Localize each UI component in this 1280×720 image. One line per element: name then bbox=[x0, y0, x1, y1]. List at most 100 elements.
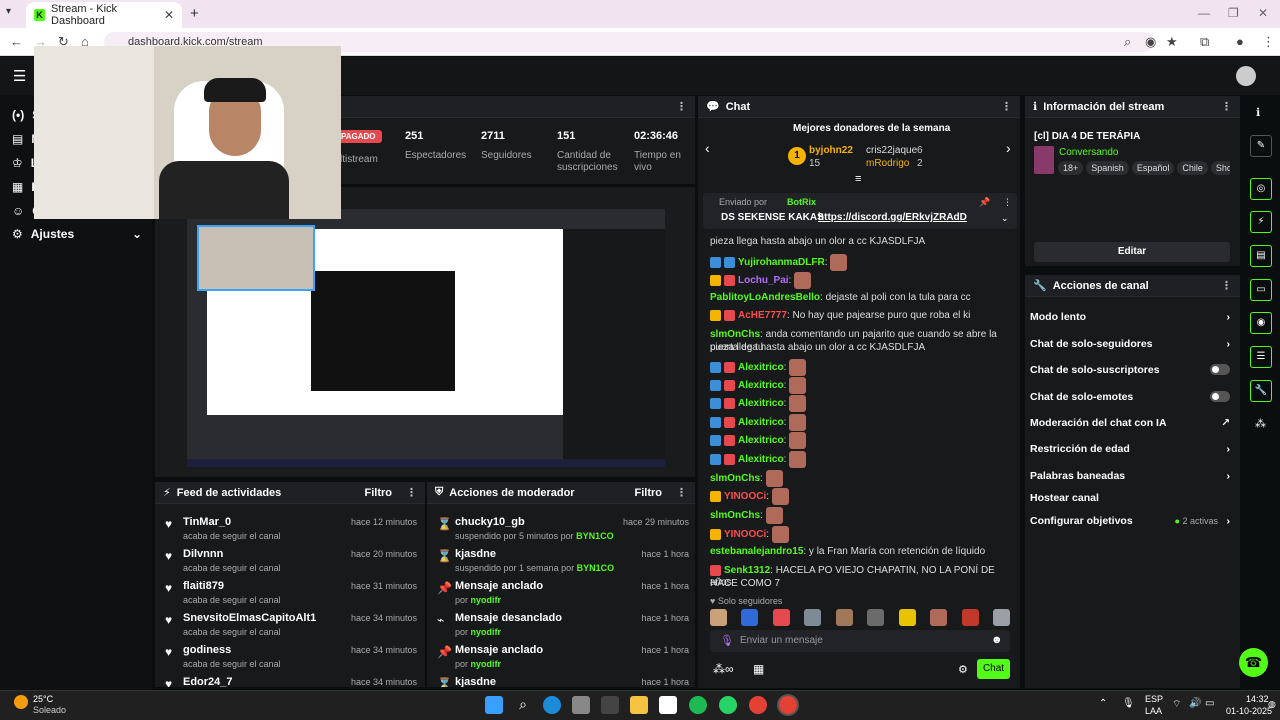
broadcast-icon[interactable]: ◉ bbox=[1250, 312, 1272, 334]
store-app-icon[interactable] bbox=[572, 696, 590, 714]
file-explorer-icon[interactable] bbox=[630, 696, 648, 714]
emotes-only-toggle[interactable] bbox=[1210, 391, 1230, 402]
more-options-icon[interactable]: ⋮ bbox=[406, 486, 417, 499]
volume-icon[interactable]: 🔊 bbox=[1189, 698, 1201, 709]
extensions-icon[interactable]: ⧉ bbox=[1200, 34, 1209, 50]
camera-icon[interactable]: ◎ bbox=[1250, 178, 1272, 200]
emote-icon[interactable] bbox=[835, 609, 853, 626]
wifi-icon[interactable]: ⌔ bbox=[1172, 698, 1181, 711]
slow-mode-item[interactable]: Modo lento › bbox=[1030, 311, 1230, 323]
chevron-down-icon[interactable]: ⌄ bbox=[1001, 213, 1009, 224]
chevron-right-icon[interactable]: › bbox=[1006, 140, 1011, 156]
pencil-icon[interactable]: ✎ bbox=[1250, 135, 1272, 157]
ai-moderation-item[interactable]: Moderación del chat con IA ↗ bbox=[1030, 417, 1230, 429]
emote-icon[interactable] bbox=[867, 609, 885, 626]
emote-icon[interactable] bbox=[961, 609, 979, 626]
emote-icon[interactable] bbox=[992, 609, 1010, 626]
notification-icon[interactable]: ◍ bbox=[1268, 699, 1276, 710]
search-icon[interactable]: ⌕ bbox=[514, 696, 532, 714]
emoji-icon[interactable]: ☻ bbox=[991, 634, 1003, 646]
followers-only-item[interactable]: Chat de solo-seguidores › bbox=[1030, 338, 1230, 350]
close-tab-icon[interactable]: ✕ bbox=[164, 8, 174, 22]
new-tab-icon[interactable]: + bbox=[190, 5, 199, 22]
emote-icon[interactable] bbox=[804, 609, 822, 626]
more-options-icon[interactable]: ⋮ bbox=[1221, 100, 1232, 113]
chat-icon[interactable]: ▭ bbox=[1250, 279, 1272, 301]
more-options-icon[interactable]: ⋮ bbox=[1001, 100, 1012, 113]
spotify-icon[interactable] bbox=[689, 696, 707, 714]
tab-search-icon[interactable]: ▾ bbox=[6, 6, 11, 17]
donor-name[interactable]: cris22jaque bbox=[866, 145, 917, 156]
kick-points-icon[interactable]: ⁂∞ bbox=[713, 662, 734, 676]
mod-badge-icon bbox=[710, 417, 721, 428]
edge-icon[interactable] bbox=[543, 696, 561, 714]
zoom-icon[interactable]: ⌕ bbox=[1124, 34, 1131, 50]
emote-icon[interactable] bbox=[898, 609, 916, 626]
edit-button[interactable]: Editar bbox=[1034, 242, 1230, 262]
info-icon[interactable]: ℹ bbox=[1256, 106, 1260, 119]
chrome-active-icon[interactable] bbox=[779, 696, 797, 714]
emote-icon[interactable] bbox=[710, 609, 727, 626]
more-options-icon[interactable]: ⋮ bbox=[676, 100, 687, 113]
app-icon[interactable] bbox=[601, 696, 619, 714]
pinned-link[interactable]: https://discord.gg/ERkvjZRAdD bbox=[818, 212, 967, 223]
close-window-icon[interactable]: ✕ bbox=[1258, 6, 1268, 20]
chat-input[interactable]: 🎙 Enviar un mensaje ☻ bbox=[710, 630, 1010, 652]
sidebar-item-settings[interactable]: ⚙ Ajustes ⌄ bbox=[12, 227, 142, 241]
battery-icon[interactable]: ▭ bbox=[1205, 698, 1214, 709]
configure-goals-item[interactable]: Configurar objetivos ● 2 activas › bbox=[1030, 515, 1230, 527]
host-channel-item[interactable]: Hostear canal bbox=[1030, 492, 1230, 504]
eye-off-icon[interactable]: ◉ bbox=[1145, 34, 1156, 50]
banned-words-item[interactable]: Palabras baneadas › bbox=[1030, 470, 1230, 482]
activity-filter-button[interactable]: Filtro bbox=[365, 487, 393, 499]
language-indicator[interactable]: ESP bbox=[1145, 694, 1163, 704]
send-chat-button[interactable]: Chat bbox=[977, 659, 1010, 679]
list-item: ⌛ chucky10_gb suspendido por 5 minutos por… bbox=[437, 516, 689, 541]
emote-icon[interactable] bbox=[772, 609, 790, 626]
maximize-icon[interactable]: ❐ bbox=[1228, 6, 1239, 20]
multistream-label[interactable]: ltistream bbox=[340, 154, 378, 165]
browser-tab[interactable]: K Stream - Kick Dashboard ✕ bbox=[26, 2, 182, 28]
collapse-icon[interactable]: ≡ bbox=[855, 173, 861, 185]
profile-icon[interactable]: ● bbox=[1236, 34, 1244, 49]
minimize-icon[interactable]: — bbox=[1198, 6, 1210, 20]
donor-name[interactable]: byjohn22 bbox=[809, 145, 853, 156]
mod-filter-button[interactable]: Filtro bbox=[635, 487, 663, 499]
subscribers-only-toggle[interactable] bbox=[1210, 364, 1230, 375]
list-icon[interactable]: ☰ bbox=[1250, 346, 1272, 368]
more-options-icon[interactable]: ⋮ bbox=[1003, 197, 1012, 208]
back-icon[interactable]: ← bbox=[10, 34, 23, 49]
emote-icon[interactable] bbox=[930, 609, 948, 626]
emote-icon[interactable] bbox=[741, 609, 759, 626]
wrench-icon[interactable]: 🔧 bbox=[1250, 380, 1272, 402]
more-options-icon[interactable]: ⋮ bbox=[676, 486, 687, 499]
emote-icon bbox=[771, 488, 789, 505]
chrome-icon[interactable] bbox=[749, 696, 767, 714]
donor-name[interactable]: mRodrigo bbox=[866, 158, 909, 169]
chevron-up-icon[interactable]: ⌃ bbox=[1099, 698, 1107, 709]
microphone-icon[interactable]: 🎙 bbox=[1122, 698, 1135, 709]
clock-time[interactable]: 14:32 bbox=[1246, 694, 1269, 704]
pinned-bot-name[interactable]: BotRix bbox=[787, 197, 816, 207]
avatar[interactable] bbox=[1236, 66, 1256, 86]
store-icon[interactable]: ▦ bbox=[753, 662, 764, 676]
chevron-left-icon[interactable]: ‹ bbox=[705, 140, 710, 156]
lightning-icon[interactable]: ⚡ bbox=[1250, 211, 1272, 233]
app-icon[interactable] bbox=[659, 696, 677, 714]
microphone-icon[interactable]: 🎙 bbox=[720, 634, 734, 647]
age-restriction-item[interactable]: Restricción de edad › bbox=[1030, 443, 1230, 455]
bookmark-star-icon[interactable]: ★ bbox=[1166, 34, 1178, 50]
hamburger-menu-icon[interactable]: ☰ bbox=[13, 67, 26, 85]
support-icon[interactable]: ☎ bbox=[1239, 648, 1268, 677]
more-options-icon[interactable]: ⋮ bbox=[1221, 279, 1232, 292]
stream-preview[interactable] bbox=[155, 187, 695, 477]
whatsapp-icon[interactable] bbox=[719, 696, 737, 714]
category-name[interactable]: Conversando bbox=[1059, 147, 1118, 158]
menu-icon[interactable]: ⋮ bbox=[1262, 34, 1275, 50]
weather-temp[interactable]: 25°C bbox=[33, 694, 53, 704]
kick-points-icon[interactable]: ⁂ bbox=[1255, 417, 1266, 430]
chat-settings-gear-icon[interactable]: ⚙ bbox=[958, 663, 968, 676]
pin-icon[interactable]: 📌 bbox=[979, 197, 990, 208]
windows-start-icon[interactable] bbox=[485, 696, 503, 714]
document-icon[interactable]: ▤ bbox=[1250, 245, 1272, 267]
